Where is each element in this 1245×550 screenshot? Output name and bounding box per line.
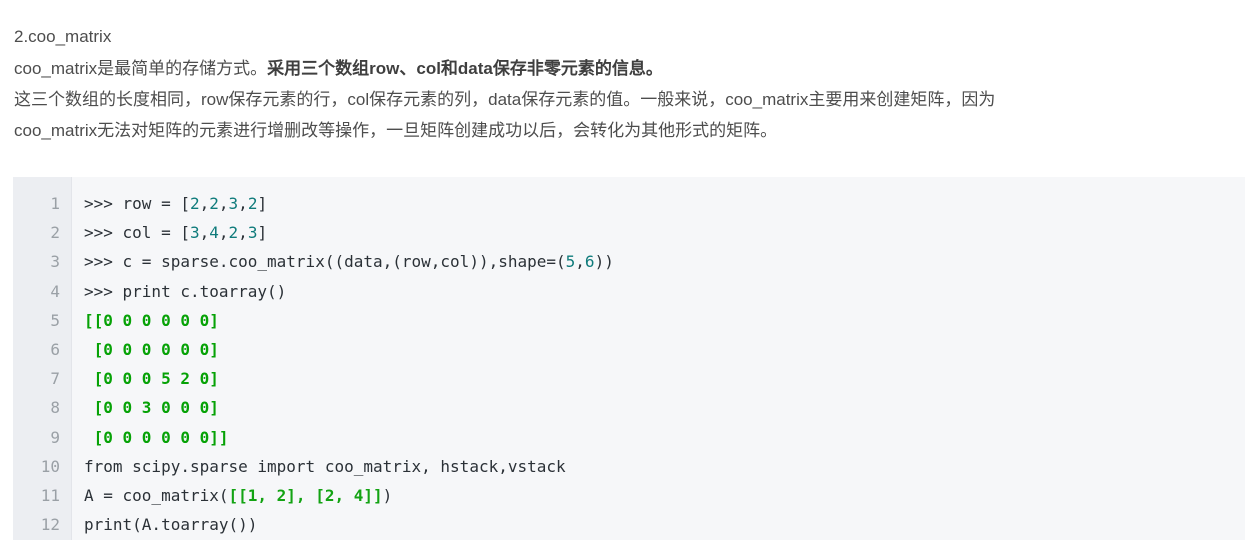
line-number: 6: [50, 340, 60, 360]
code-token: >>> col = [: [84, 223, 190, 243]
code-token: A = coo_matrix(: [84, 486, 229, 506]
paragraph-3-segment-normal: coo_matrix无法对矩阵的元素进行增删改等操作，一旦矩阵创建成功以后，会转…: [14, 121, 778, 140]
code-token: ,: [238, 194, 248, 213]
code-token: ,: [218, 223, 229, 243]
code-line: >>> col = [3,4,2,3]: [84, 218, 1245, 247]
code-token: 3: [247, 223, 258, 243]
line-number: 10: [40, 456, 60, 476]
line-number: 12: [40, 515, 60, 535]
code-token: [0 0 0 5 2 0]: [84, 369, 219, 389]
code-line: A = coo_matrix([[1, 2], [2, 4]]): [84, 481, 1245, 510]
code-line: [0 0 0 0 0 0]: [84, 335, 1245, 364]
code-line: print(A.toarray()): [84, 510, 1245, 539]
code-token: ,: [238, 223, 248, 243]
code-token: )): [594, 252, 614, 272]
code-token: [0 0 3 0 0 0]: [84, 398, 219, 418]
code-token: >>> row = [: [84, 194, 190, 213]
code-token: ,: [575, 252, 585, 272]
code-block[interactable]: 1 2 3 4 5 6 7 8 9 10 11 12 >>> row = [2,2,3,2] >>> c…: [13, 177, 1245, 540]
code-line: from scipy.sparse import coo_matrix, hst…: [84, 452, 1245, 481]
paragraph-2-segment-normal: 这三个数组的长度相同，row保存元素的行，col保存元素的列，data保存元素的…: [14, 90, 996, 109]
code-token: [0 0 0 0 0 0]: [84, 340, 219, 360]
code-token: ,: [218, 194, 229, 213]
code-line: >>> c = sparse.coo_matrix((data,(row,col…: [84, 247, 1245, 276]
article-page: 2.coo_matrix coo_matrix是最简单的存储方式。采用三个数组r…: [0, 0, 1245, 550]
code-token: ): [382, 486, 393, 506]
code-token: >>> print c.toarray(): [84, 281, 287, 301]
code-token: 2: [189, 194, 200, 213]
code-line: >>> print c.toarray(): [84, 277, 1245, 306]
code-token: 3: [189, 223, 200, 243]
line-number: 11: [40, 486, 60, 506]
paragraph-2: 这三个数组的长度相同，row保存元素的行，col保存元素的列，data保存元素的…: [14, 84, 1231, 115]
code-line: >>> row = [2,2,3,2]: [84, 189, 1245, 218]
code-line: [0 0 0 5 2 0]: [84, 364, 1245, 393]
code-token: 5: [565, 252, 576, 272]
code-line: [0 0 3 0 0 0]: [84, 393, 1245, 422]
code-token: from scipy.sparse import coo_matrix, hst…: [84, 456, 566, 476]
code-token: ,: [199, 223, 210, 243]
code-token: 4: [209, 223, 219, 243]
line-number: 4: [50, 281, 60, 301]
line-number: 1: [50, 194, 60, 213]
paragraph-1-segment-bold: 采用三个数组row、col和data保存非零元素的信息。: [267, 59, 663, 78]
line-number: 9: [50, 427, 60, 447]
paragraph-list: coo_matrix是最简单的存储方式。采用三个数组row、col和data保存…: [14, 53, 1231, 146]
code-token: 2: [209, 194, 219, 213]
line-number-gutter: 1 2 3 4 5 6 7 8 9 10 11 12: [13, 177, 72, 540]
line-number: 8: [50, 398, 60, 418]
code-token: ,: [199, 194, 210, 213]
code-token: ]: [257, 194, 268, 213]
code-line: [0 0 0 0 0 0]]: [84, 423, 1245, 452]
code-token: 3: [228, 194, 239, 213]
code-token: 2: [247, 194, 258, 213]
page-title: 2.coo_matrix: [14, 27, 112, 46]
paragraph-1: coo_matrix是最简单的存储方式。采用三个数组row、col和data保存…: [14, 53, 1231, 84]
line-number: 5: [50, 310, 60, 330]
code-token: 2: [228, 223, 239, 243]
code-content[interactable]: >>> row = [2,2,3,2] >>> col = [3,4,2,3] >>…: [72, 177, 1245, 540]
line-number: 7: [50, 369, 60, 389]
code-token: 6: [584, 252, 595, 272]
code-token: [[1, 2], [2, 4]]: [228, 486, 383, 506]
paragraph-3: coo_matrix无法对矩阵的元素进行增删改等操作，一旦矩阵创建成功以后，会转…: [14, 115, 1231, 146]
paragraph-1-segment-normal: coo_matrix是最简单的存储方式。: [14, 59, 268, 78]
code-token: >>> c = sparse.coo_matrix((data,(row,col…: [84, 252, 566, 272]
code-line: [[0 0 0 0 0 0]: [84, 306, 1245, 335]
line-number: 3: [50, 252, 60, 272]
code-block-inner: 1 2 3 4 5 6 7 8 9 10 11 12 >>> row = [2,2,3,2] >>> c…: [13, 177, 1245, 540]
article-prose: 2.coo_matrix coo_matrix是最简单的存储方式。采用三个数组r…: [0, 0, 1245, 146]
code-token: print(A.toarray()): [84, 515, 258, 535]
code-token: ]: [257, 223, 268, 243]
code-token: [[0 0 0 0 0 0]: [84, 310, 219, 330]
line-number: 2: [50, 223, 60, 243]
code-token: [0 0 0 0 0 0]]: [84, 427, 229, 447]
